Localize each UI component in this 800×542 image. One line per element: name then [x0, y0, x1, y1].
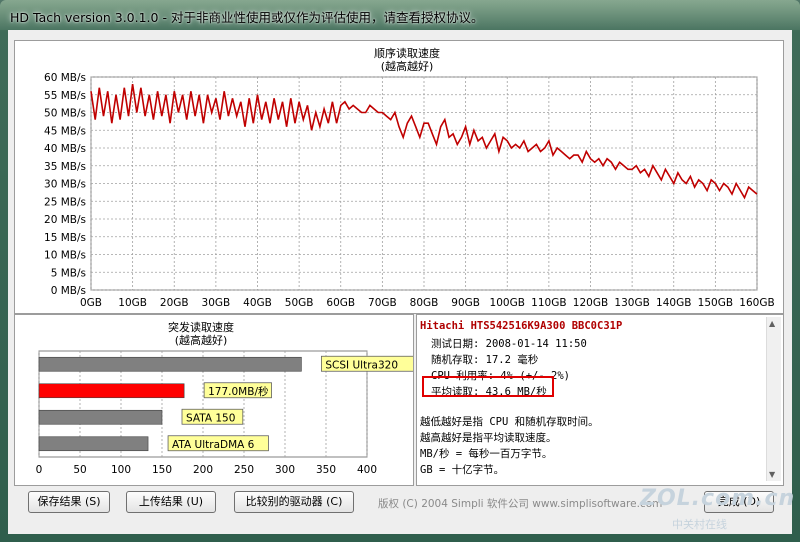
sequential-read-chart: 0 MB/s 5 MB/s 10 MB/s 15 MB/s 20 MB/s 25 MB/s…	[44, 46, 775, 309]
sequential-y-tick-label: 60 MB/s	[44, 72, 86, 84]
burst-x-tick-label: 50	[73, 464, 86, 476]
sequential-x-tick-label: 60GB	[326, 297, 355, 309]
burst-bar	[38, 356, 302, 372]
burst-x-tick-label: 150	[152, 464, 172, 476]
scroll-up-icon[interactable]: ▲	[769, 319, 775, 328]
average-read-highlight	[422, 376, 554, 397]
sequential-y-tick-label: 20 MB/s	[44, 214, 86, 226]
sequential-x-tick-label: 90GB	[451, 297, 480, 309]
sequential-x-tick-label: 40GB	[243, 297, 272, 309]
burst-bar-label: SCSI Ultra320	[325, 359, 398, 371]
burst-bar-label: SATA 150	[186, 412, 235, 424]
info-panel: Hitachi HTS542516K9A300 BBC0C31P 测试日期: 2…	[416, 314, 784, 486]
sequential-x-tick-label: 20GB	[160, 297, 189, 309]
sequential-x-tick-label: 160GB	[739, 297, 774, 309]
sequential-x-tick-label: 110GB	[531, 297, 566, 309]
burst-read-chart: SCSI Ultra320 177.0MB/秒 SATA 150 ATA UltraD…	[36, 320, 416, 476]
burst-x-tick-label: 400	[357, 464, 377, 476]
sequential-chart-subtitle: (越高越好)	[381, 59, 434, 73]
watermark-subtitle: 中关村在线	[672, 518, 727, 531]
burst-bar	[38, 436, 149, 452]
random-access: 随机存取: 17.2 毫秒	[431, 354, 539, 366]
info-scrollbar[interactable]: ▲ ▼	[766, 317, 781, 481]
burst-x-tick-label: 0	[36, 464, 43, 476]
sequential-x-tick-label: 80GB	[410, 297, 439, 309]
burst-chart-subtitle: (越高越好)	[175, 333, 228, 347]
drive-model: Hitachi HTS542516K9A300 BBC0C31P	[420, 320, 623, 332]
burst-x-ticks: 0 50 100 150 200 250 300 350 400	[36, 464, 377, 476]
burst-x-tick-label: 100	[111, 464, 131, 476]
sequential-y-tick-label: 40 MB/s	[44, 143, 86, 155]
burst-bar-label: 177.0MB/秒	[208, 385, 269, 398]
upload-results-button[interactable]: 上传结果 (U)	[126, 491, 216, 513]
sequential-y-tick-label: 35 MB/s	[44, 161, 86, 173]
sequential-y-tick-label: 25 MB/s	[44, 196, 86, 208]
sequential-x-tick-label: 30GB	[202, 297, 231, 309]
sequential-x-tick-label: 0GB	[80, 297, 102, 309]
title-bar[interactable]: HD Tach version 3.0.1.0 - 对于非商业性使用或仅作为评估…	[0, 0, 800, 30]
sequential-x-tick-label: 150GB	[698, 297, 733, 309]
note-mb-per-sec: MB/秒 = 每秒一百万字节。	[420, 448, 553, 460]
sequential-y-tick-label: 15 MB/s	[44, 232, 86, 244]
compare-drives-button[interactable]: 比较别的驱动器 (C)	[234, 491, 354, 513]
sequential-y-tick-label: 0 MB/s	[51, 285, 86, 297]
burst-bar	[38, 383, 185, 399]
sequential-x-ticks: 0GB 10GB 20GB 30GB 40GB 50GB 60GB 70GB 80GB 90GB 1…	[80, 297, 775, 309]
sequential-x-tick-label: 140GB	[656, 297, 691, 309]
sequential-x-tick-label: 100GB	[490, 297, 525, 309]
burst-x-tick-label: 200	[193, 464, 213, 476]
sequential-y-tick-label: 10 MB/s	[44, 250, 86, 262]
sequential-y-ticks: 0 MB/s 5 MB/s 10 MB/s 15 MB/s 20 MB/s 25 MB/s…	[44, 72, 86, 297]
sequential-x-tick-label: 130GB	[614, 297, 649, 309]
burst-x-tick-label: 350	[316, 464, 336, 476]
window-title: HD Tach version 3.0.1.0 - 对于非商业性使用或仅作为评估…	[10, 10, 484, 25]
sequential-grid	[90, 76, 758, 291]
note-gb: GB = 十亿字节。	[420, 464, 505, 476]
burst-bar	[38, 409, 163, 425]
burst-chart-title: 突发读取速度	[168, 320, 234, 334]
watermark-logo: ZOL.com.cn	[640, 486, 796, 511]
sequential-y-tick-label: 50 MB/s	[44, 108, 86, 120]
save-results-button[interactable]: 保存结果 (S)	[28, 491, 110, 513]
sequential-x-tick-label: 70GB	[368, 297, 397, 309]
sequential-chart-title: 顺序读取速度	[374, 46, 440, 60]
burst-x-tick-label: 250	[234, 464, 254, 476]
sequential-y-tick-label: 45 MB/s	[44, 125, 86, 137]
app-window: HD Tach version 3.0.1.0 - 对于非商业性使用或仅作为评估…	[0, 0, 800, 542]
sequential-x-tick-label: 10GB	[118, 297, 147, 309]
sequential-y-tick-label: 30 MB/s	[44, 179, 86, 191]
burst-read-panel: SCSI Ultra320 177.0MB/秒 SATA 150 ATA UltraD…	[14, 314, 416, 486]
burst-x-tick-label: 300	[275, 464, 295, 476]
sequential-read-panel: 0 MB/s 5 MB/s 10 MB/s 15 MB/s 20 MB/s 25 MB/s…	[14, 40, 784, 314]
sequential-y-tick-label: 5 MB/s	[51, 267, 86, 279]
burst-bar-label: ATA UltraDMA 6	[172, 439, 255, 451]
sequential-x-tick-label: 50GB	[285, 297, 314, 309]
scroll-down-icon[interactable]: ▼	[769, 470, 775, 479]
test-date: 测试日期: 2008-01-14 11:50	[431, 338, 587, 350]
sequential-x-tick-label: 120GB	[573, 297, 608, 309]
note-lower-better: 越低越好是指 CPU 和随机存取时间。	[420, 416, 599, 428]
copyright-text: 版权 (C) 2004 Simpli 软件公司 www.simplisoftwa…	[378, 498, 663, 510]
sequential-y-tick-label: 55 MB/s	[44, 90, 86, 102]
note-higher-better: 越高越好是指平均读取速度。	[420, 432, 557, 444]
